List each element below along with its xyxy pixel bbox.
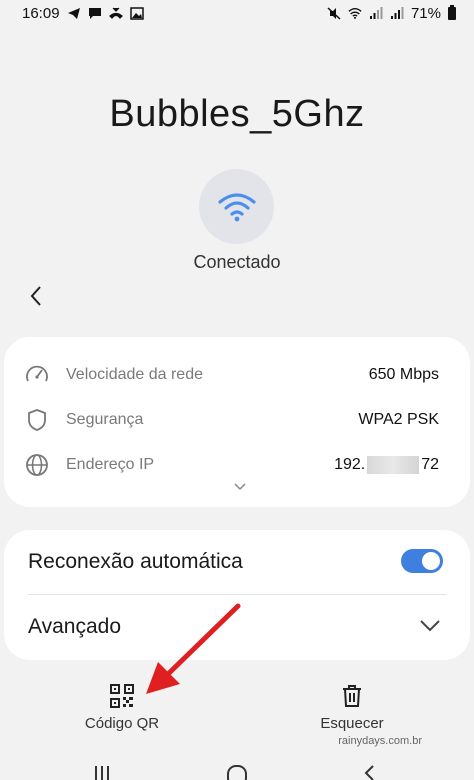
- wifi-icon: [217, 192, 256, 221]
- battery-icon: [448, 4, 456, 20]
- ip-row: Endereço IP 192. 72: [4, 445, 470, 485]
- chevron-down-icon: [420, 620, 440, 632]
- shield-icon: [24, 407, 50, 433]
- ip-redacted: [367, 455, 420, 474]
- mute-icon: [327, 6, 341, 20]
- wifi-icon: [348, 7, 362, 19]
- missed-call-icon: [108, 7, 123, 19]
- battery-percent: 71%: [410, 4, 441, 22]
- qr-code-label: Código QR: [84, 715, 160, 732]
- ip-value-start: 192.: [334, 456, 366, 474]
- trash-icon: [343, 685, 361, 707]
- ip-value: 192. 72: [334, 455, 439, 474]
- status-left: 16:09: [0, 5, 144, 22]
- auto-reconnect-label: Reconexão automática: [28, 550, 243, 573]
- ip-label: Endereço IP: [66, 456, 155, 473]
- auto-reconnect-row[interactable]: Reconexão automática: [4, 530, 470, 594]
- network-info-card: Velocidade da rede 650 Mbps Segurança WP…: [4, 337, 470, 507]
- connection-status: Conectado: [193, 252, 281, 272]
- security-row: Segurança WPA2 PSK: [4, 400, 470, 440]
- speed-label: Velocidade da rede: [66, 366, 203, 383]
- network-name: Bubbles_5Ghz: [109, 93, 365, 135]
- wifi-status-badge: [199, 169, 274, 244]
- nav-back-icon[interactable]: [362, 764, 376, 780]
- back-button[interactable]: [22, 282, 50, 310]
- security-label: Segurança: [66, 411, 144, 428]
- toggle-knob: [422, 552, 440, 570]
- security-value: WPA2 PSK: [358, 411, 439, 428]
- qr-code-icon: [110, 684, 134, 708]
- chevron-left-icon: [30, 286, 41, 306]
- globe-icon: [24, 452, 50, 478]
- chevron-down-icon: [234, 483, 246, 491]
- system-nav-bar: [0, 760, 474, 780]
- watermark: rainydays.com.br: [338, 735, 422, 747]
- speed-value: 650 Mbps: [368, 366, 439, 383]
- qr-code-button[interactable]: Código QR: [47, 684, 197, 736]
- home-icon[interactable]: [226, 764, 248, 780]
- speed-row: Velocidade da rede 650 Mbps: [4, 355, 470, 395]
- message-icon: [88, 7, 101, 19]
- status-bar: 16:09 71%: [0, 0, 474, 26]
- forget-label: Esquecer: [320, 715, 384, 732]
- expand-details-button[interactable]: [231, 480, 249, 494]
- advanced-row[interactable]: Avançado: [4, 595, 470, 659]
- forget-button[interactable]: Esquecer: [277, 684, 427, 736]
- ip-value-end: 72: [421, 456, 439, 474]
- settings-card: Reconexão automática Avançado: [4, 530, 470, 660]
- advanced-label: Avançado: [28, 615, 122, 638]
- auto-reconnect-toggle[interactable]: [401, 549, 443, 573]
- status-time: 16:09: [22, 4, 60, 22]
- telegram-icon: [67, 7, 80, 19]
- status-right: 71%: [327, 4, 474, 22]
- image-icon: [129, 6, 144, 20]
- signal-icon: [369, 6, 383, 19]
- speedometer-icon: [24, 362, 50, 388]
- recent-apps-icon[interactable]: [92, 764, 112, 780]
- signal-icon: [390, 6, 404, 19]
